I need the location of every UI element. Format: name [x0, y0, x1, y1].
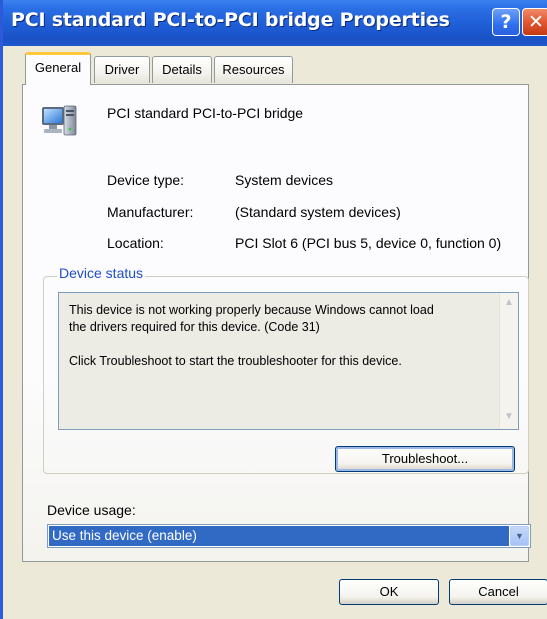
- ok-button[interactable]: OK: [339, 579, 439, 605]
- device-status-title: Device status: [57, 265, 146, 281]
- computer-device-icon: [42, 105, 77, 136]
- status-line-3: Click Troubleshoot to start the troubles…: [69, 354, 402, 368]
- location-value: PCI Slot 6 (PCI bus 5, device 0, functio…: [235, 235, 502, 251]
- status-scrollbar[interactable]: ▲ ▼: [499, 293, 518, 429]
- status-line-1: This device is not working properly beca…: [69, 303, 434, 317]
- cancel-button[interactable]: Cancel: [449, 579, 547, 605]
- device-type-label: Device type:: [107, 172, 185, 188]
- tab-driver[interactable]: Driver: [94, 56, 150, 83]
- tab-general[interactable]: General: [25, 52, 91, 85]
- manufacturer-value: (Standard system devices): [235, 204, 401, 220]
- scroll-down-icon[interactable]: ▼: [501, 409, 517, 425]
- device-status-text[interactable]: This device is not working properly beca…: [58, 292, 519, 430]
- device-usage-select[interactable]: Use this device (enable) ▼: [47, 524, 531, 548]
- chevron-down-icon[interactable]: ▼: [510, 526, 529, 546]
- status-line-2: the drivers required for this device. (C…: [69, 320, 320, 334]
- scroll-up-icon[interactable]: ▲: [501, 295, 517, 311]
- properties-dialog: PCI standard PCI-to-PCI bridge Propertie…: [0, 0, 547, 619]
- device-usage-label: Device usage:: [47, 502, 136, 518]
- tab-details[interactable]: Details: [152, 56, 212, 83]
- help-button[interactable]: ?: [492, 8, 520, 36]
- troubleshoot-button[interactable]: Troubleshoot...: [335, 446, 515, 472]
- close-button[interactable]: ✕: [522, 8, 547, 36]
- title-bar[interactable]: PCI standard PCI-to-PCI bridge Propertie…: [3, 0, 547, 46]
- device-type-value: System devices: [235, 172, 334, 188]
- location-label: Location:: [107, 235, 164, 251]
- manufacturer-label: Manufacturer:: [107, 204, 194, 220]
- tab-resources[interactable]: Resources: [214, 56, 293, 83]
- device-name: PCI standard PCI-to-PCI bridge: [107, 105, 304, 121]
- window-title: PCI standard PCI-to-PCI bridge Propertie…: [11, 9, 450, 31]
- device-usage-value: Use this device (enable): [49, 526, 509, 546]
